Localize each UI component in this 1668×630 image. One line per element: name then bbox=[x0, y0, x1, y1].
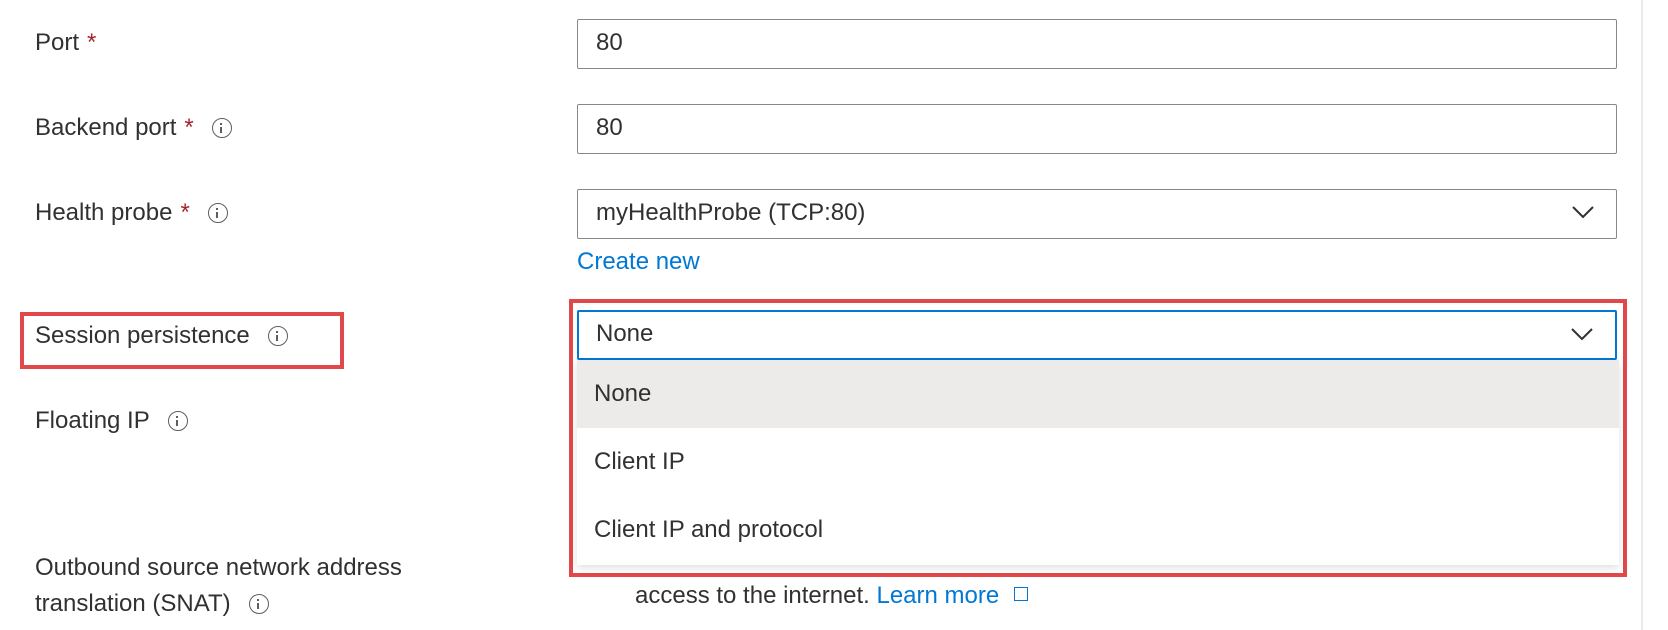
create-new-link[interactable]: Create new bbox=[577, 248, 700, 276]
dropdown-option-client-ip-protocol[interactable]: Client IP and protocol bbox=[577, 496, 1619, 564]
floating-ip-label: Floating IP bbox=[35, 406, 188, 436]
backend-port-label: Backend port * bbox=[35, 113, 232, 143]
snat-label: Outbound source network address translat… bbox=[35, 550, 402, 622]
external-link-icon bbox=[1013, 587, 1028, 601]
snat-info-text: access to the internet. Learn more bbox=[635, 579, 1028, 613]
snat-label-line1: Outbound source network address bbox=[35, 554, 402, 581]
info-icon[interactable] bbox=[267, 326, 288, 346]
health-probe-label: Health probe * bbox=[35, 198, 228, 228]
session-persistence-select[interactable]: None bbox=[577, 310, 1617, 360]
dropdown-option-client-ip[interactable]: Client IP bbox=[577, 428, 1619, 496]
backend-port-input-value: 80 bbox=[596, 114, 623, 141]
health-probe-select-value: myHealthProbe (TCP:80) bbox=[596, 199, 866, 226]
panel-divider bbox=[1641, 0, 1643, 630]
port-input-value: 80 bbox=[596, 29, 623, 56]
snat-label-line2: translation (SNAT) bbox=[35, 590, 231, 617]
info-icon[interactable] bbox=[207, 203, 228, 223]
required-marker: * bbox=[87, 29, 97, 56]
port-input[interactable]: 80 bbox=[577, 19, 1617, 69]
health-probe-select[interactable]: myHealthProbe (TCP:80) bbox=[577, 189, 1617, 239]
backend-port-input[interactable]: 80 bbox=[577, 104, 1617, 154]
session-persistence-label: Session persistence bbox=[35, 321, 288, 351]
required-marker: * bbox=[184, 114, 194, 141]
dropdown-option-none[interactable]: None bbox=[577, 360, 1619, 428]
required-marker: * bbox=[180, 199, 190, 226]
info-icon[interactable] bbox=[211, 118, 232, 138]
chevron-down-icon bbox=[1571, 328, 1593, 341]
session-persistence-dropdown: None Client IP Client IP and protocol bbox=[577, 360, 1619, 565]
learn-more-link[interactable]: Learn more bbox=[876, 582, 999, 609]
chevron-down-icon bbox=[1572, 206, 1594, 219]
snat-info-body: access to the internet. bbox=[635, 582, 870, 609]
port-label: Port * bbox=[35, 29, 97, 56]
info-icon[interactable] bbox=[167, 411, 188, 431]
session-persistence-select-value: None bbox=[596, 320, 654, 347]
info-icon[interactable] bbox=[248, 594, 269, 614]
